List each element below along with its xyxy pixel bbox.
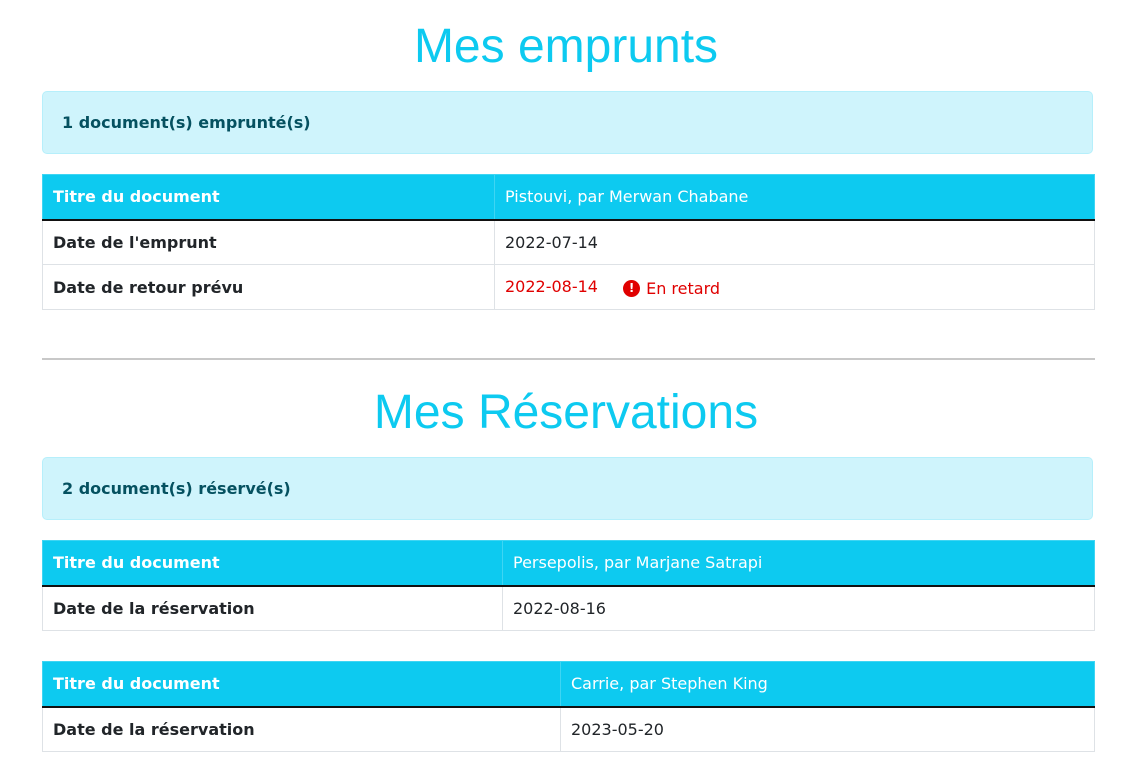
return-date-label: Date de retour prévu bbox=[42, 264, 495, 310]
document-title: Persepolis, par Marjane Satrapi bbox=[502, 540, 1095, 587]
emprunt-table: Titre du document Pistouvi, par Merwan C… bbox=[42, 174, 1095, 310]
return-date-cell: 2022-08-14 ! En retard bbox=[494, 264, 1095, 310]
reservations-count-alert: 2 document(s) réservé(s) bbox=[42, 457, 1093, 520]
section-divider bbox=[42, 358, 1095, 360]
return-date-value: 2022-08-14 bbox=[505, 276, 598, 296]
table-row: Date de l'emprunt 2022-07-14 bbox=[42, 219, 1095, 265]
late-label: En retard bbox=[646, 278, 721, 298]
borrow-date-label: Date de l'emprunt bbox=[42, 219, 495, 265]
reservation-date-value: 2022-08-16 bbox=[502, 585, 1095, 631]
emprunts-title: Mes emprunts bbox=[413, 20, 719, 73]
reservation-date-value: 2023-05-20 bbox=[560, 706, 1095, 752]
reservation-table: Titre du document Persepolis, par Marjan… bbox=[42, 540, 1095, 631]
title-label: Titre du document bbox=[42, 540, 503, 587]
exclamation-circle-icon: ! bbox=[623, 279, 641, 297]
table-row: Titre du document Persepolis, par Marjan… bbox=[42, 540, 1095, 587]
page: Mes emprunts 1 document(s) emprunté(s) T… bbox=[0, 0, 1132, 767]
reservation-table: Titre du document Carrie, par Stephen Ki… bbox=[42, 661, 1095, 752]
late-badge: ! En retard bbox=[623, 279, 720, 298]
table-row: Date de la réservation 2022-08-16 bbox=[42, 585, 1095, 631]
document-title: Pistouvi, par Merwan Chabane bbox=[494, 174, 1095, 221]
title-label: Titre du document bbox=[42, 174, 495, 221]
title-label: Titre du document bbox=[42, 661, 561, 708]
borrow-date-value: 2022-07-14 bbox=[494, 219, 1095, 265]
table-row: Titre du document Pistouvi, par Merwan C… bbox=[42, 174, 1095, 221]
table-row: Date de la réservation 2023-05-20 bbox=[42, 706, 1095, 752]
reservation-date-label: Date de la réservation bbox=[42, 585, 503, 631]
table-row: Titre du document Carrie, par Stephen Ki… bbox=[42, 661, 1095, 708]
reservations-title: Mes Réservations bbox=[373, 386, 759, 439]
table-row: Date de retour prévu 2022-08-14 ! En ret… bbox=[42, 264, 1095, 310]
reservation-date-label: Date de la réservation bbox=[42, 706, 561, 752]
emprunts-count-alert: 1 document(s) emprunté(s) bbox=[42, 91, 1093, 154]
document-title: Carrie, par Stephen King bbox=[560, 661, 1095, 708]
